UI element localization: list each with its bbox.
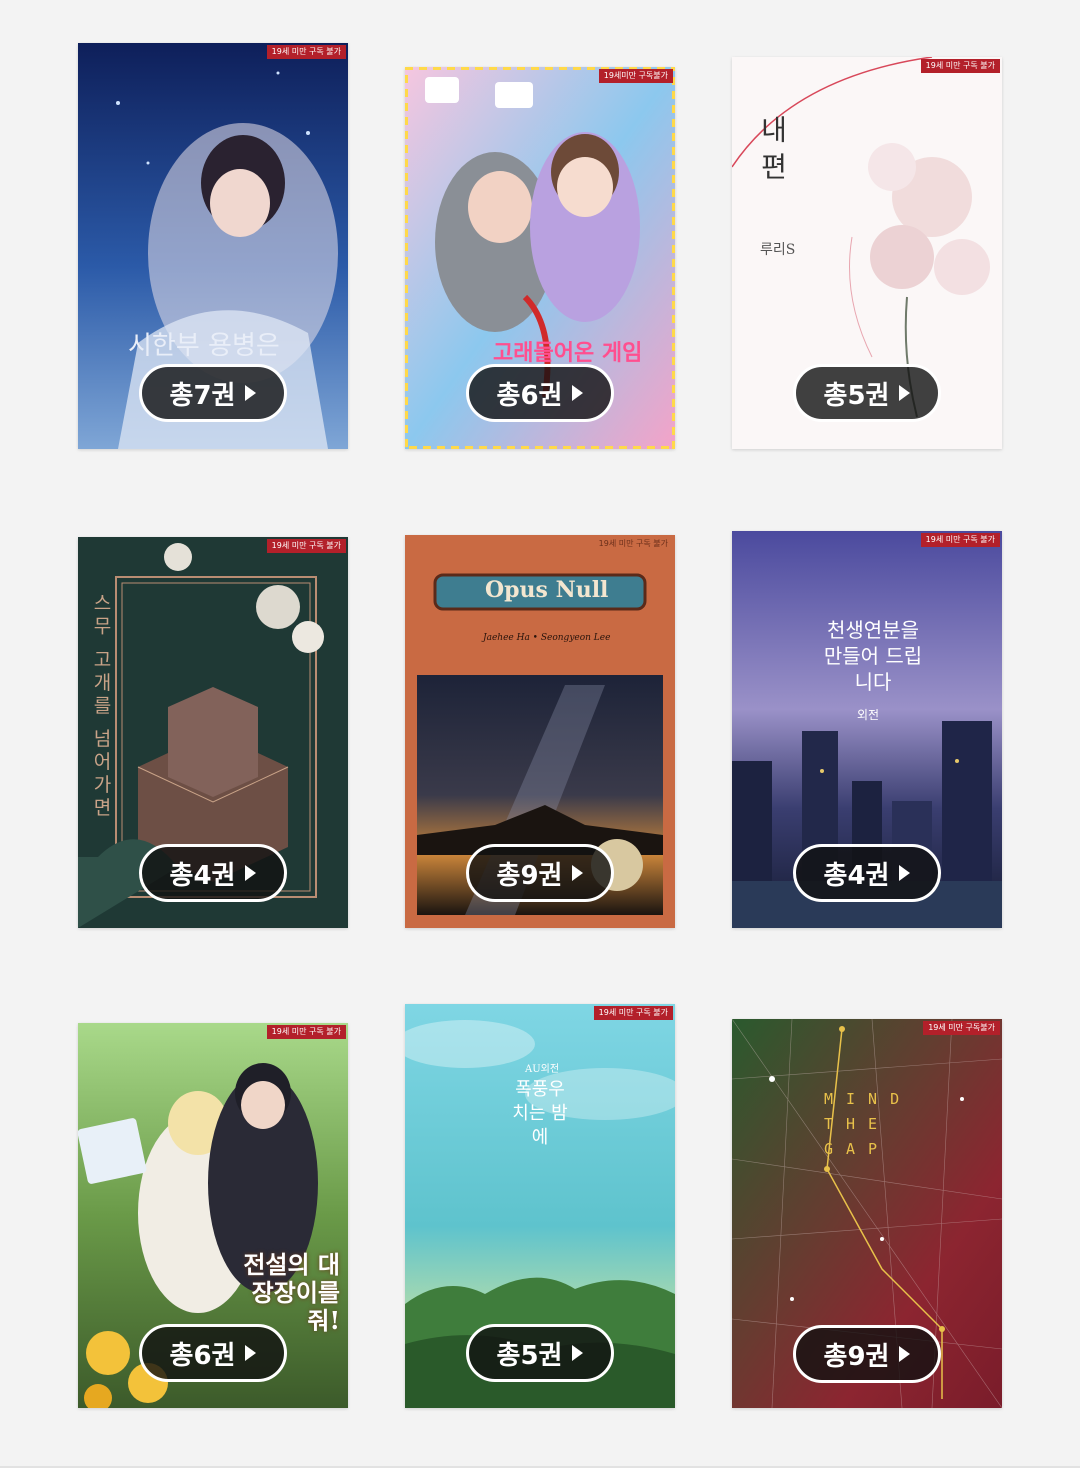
volume-count-label: 총7권 <box>169 380 236 411</box>
volume-count-label: 총5권 <box>823 380 890 411</box>
book-cover-6[interactable]: 19세 미만 구독 불가 천생연분을 만들어 드립니다 외전 총4권 <box>732 531 1002 928</box>
play-arrow-icon <box>245 1345 257 1361</box>
book-cover-2[interactable]: 19세미만 구독불가 고래들어온 게임 총6권 <box>405 67 675 449</box>
volume-count-button[interactable]: 총9권 <box>466 844 614 902</box>
volume-count-button[interactable]: 총5권 <box>793 364 941 422</box>
play-arrow-icon <box>245 865 257 881</box>
play-arrow-icon <box>572 865 584 881</box>
cover-title: 내 편 <box>756 115 789 180</box>
book-cover-5[interactable]: 19세 미만 구독 불가 Opus Null Jaehee Ha • Seong… <box>405 535 675 928</box>
play-arrow-icon <box>245 385 257 401</box>
cover-title: MIND THE GAP <box>824 1090 913 1158</box>
age-restriction-badge: 19세 미만 구독 불가 <box>920 533 1000 547</box>
age-restriction-badge: 19세 미만 구독 불가 <box>920 59 1000 73</box>
volume-count-button[interactable]: 총7권 <box>139 364 287 422</box>
age-restriction-badge: 19세 미만 구독 불가 <box>266 45 346 59</box>
cover-subtitle: AU외전 <box>525 1064 560 1075</box>
volume-count-button[interactable]: 총4권 <box>139 844 287 902</box>
book-cover-9[interactable]: 19세 미만 구독불가 MIND THE GAP 총9권 <box>732 1019 1002 1408</box>
cover-title: 시한부 용병은 <box>128 331 280 361</box>
cover-title: 고래들어온 게임 <box>493 340 643 366</box>
book-cover-1[interactable]: 19세 미만 구독 불가 시한부 용병은 총7권 <box>78 43 348 449</box>
age-restriction-badge: 19세미만 구독불가 <box>598 69 673 83</box>
volume-count-label: 총6권 <box>169 1340 236 1371</box>
cover-author: 루리S <box>760 242 796 258</box>
volume-count-label: 총9권 <box>823 1341 890 1372</box>
cover-title: 전설의 대장장이를 줘! <box>243 1250 340 1335</box>
age-restriction-badge: 19세 미만 구독 불가 <box>598 539 668 548</box>
volume-count-label: 총9권 <box>496 860 563 891</box>
play-arrow-icon <box>899 865 911 881</box>
volume-count-button[interactable]: 총4권 <box>793 844 941 902</box>
volume-count-button[interactable]: 총9권 <box>793 1325 941 1383</box>
play-arrow-icon <box>899 385 911 401</box>
book-cover-4[interactable]: 19세 미만 구독 불가 스무 고개를 넘어가면 총4권 <box>78 537 348 928</box>
cover-author: 외전 <box>857 708 880 722</box>
volume-count-label: 총4권 <box>823 860 890 891</box>
cover-title: 폭풍우 치는 밤에 <box>512 1079 568 1148</box>
age-restriction-badge: 19세 미만 구독불가 <box>923 1021 1000 1035</box>
volume-count-button[interactable]: 총5권 <box>466 1324 614 1382</box>
volume-count-label: 총5권 <box>496 1340 563 1371</box>
age-restriction-badge: 19세 미만 구독 불가 <box>266 1025 346 1039</box>
book-cover-8[interactable]: 19세 미만 구독 불가 AU외전 폭풍우 치는 밤에 총5권 <box>405 1004 675 1408</box>
cover-title: 천생연분을 만들어 드립니다 <box>823 618 923 694</box>
age-restriction-badge: 19세 미만 구독 불가 <box>266 539 346 553</box>
play-arrow-icon <box>572 385 584 401</box>
volume-count-label: 총6권 <box>496 380 563 411</box>
volume-count-label: 총4권 <box>169 860 236 891</box>
cover-title: Opus Null <box>485 577 609 603</box>
book-cover-3[interactable]: 19세 미만 구독 불가 내 편 루리S 총5권 <box>732 57 1002 449</box>
cover-title: 스무 고개를 넘어가면 <box>90 593 112 821</box>
cover-author: Jaehee Ha • Seongyeon Lee <box>483 633 611 643</box>
book-cover-7[interactable]: 19세 미만 구독 불가 전설의 대장장이를 줘! 총6권 <box>78 1023 348 1408</box>
volume-count-button[interactable]: 총6권 <box>466 364 614 422</box>
volume-count-button[interactable]: 총6권 <box>139 1324 287 1382</box>
play-arrow-icon <box>899 1346 911 1362</box>
play-arrow-icon <box>572 1345 584 1361</box>
age-restriction-badge: 19세 미만 구독 불가 <box>593 1006 673 1020</box>
